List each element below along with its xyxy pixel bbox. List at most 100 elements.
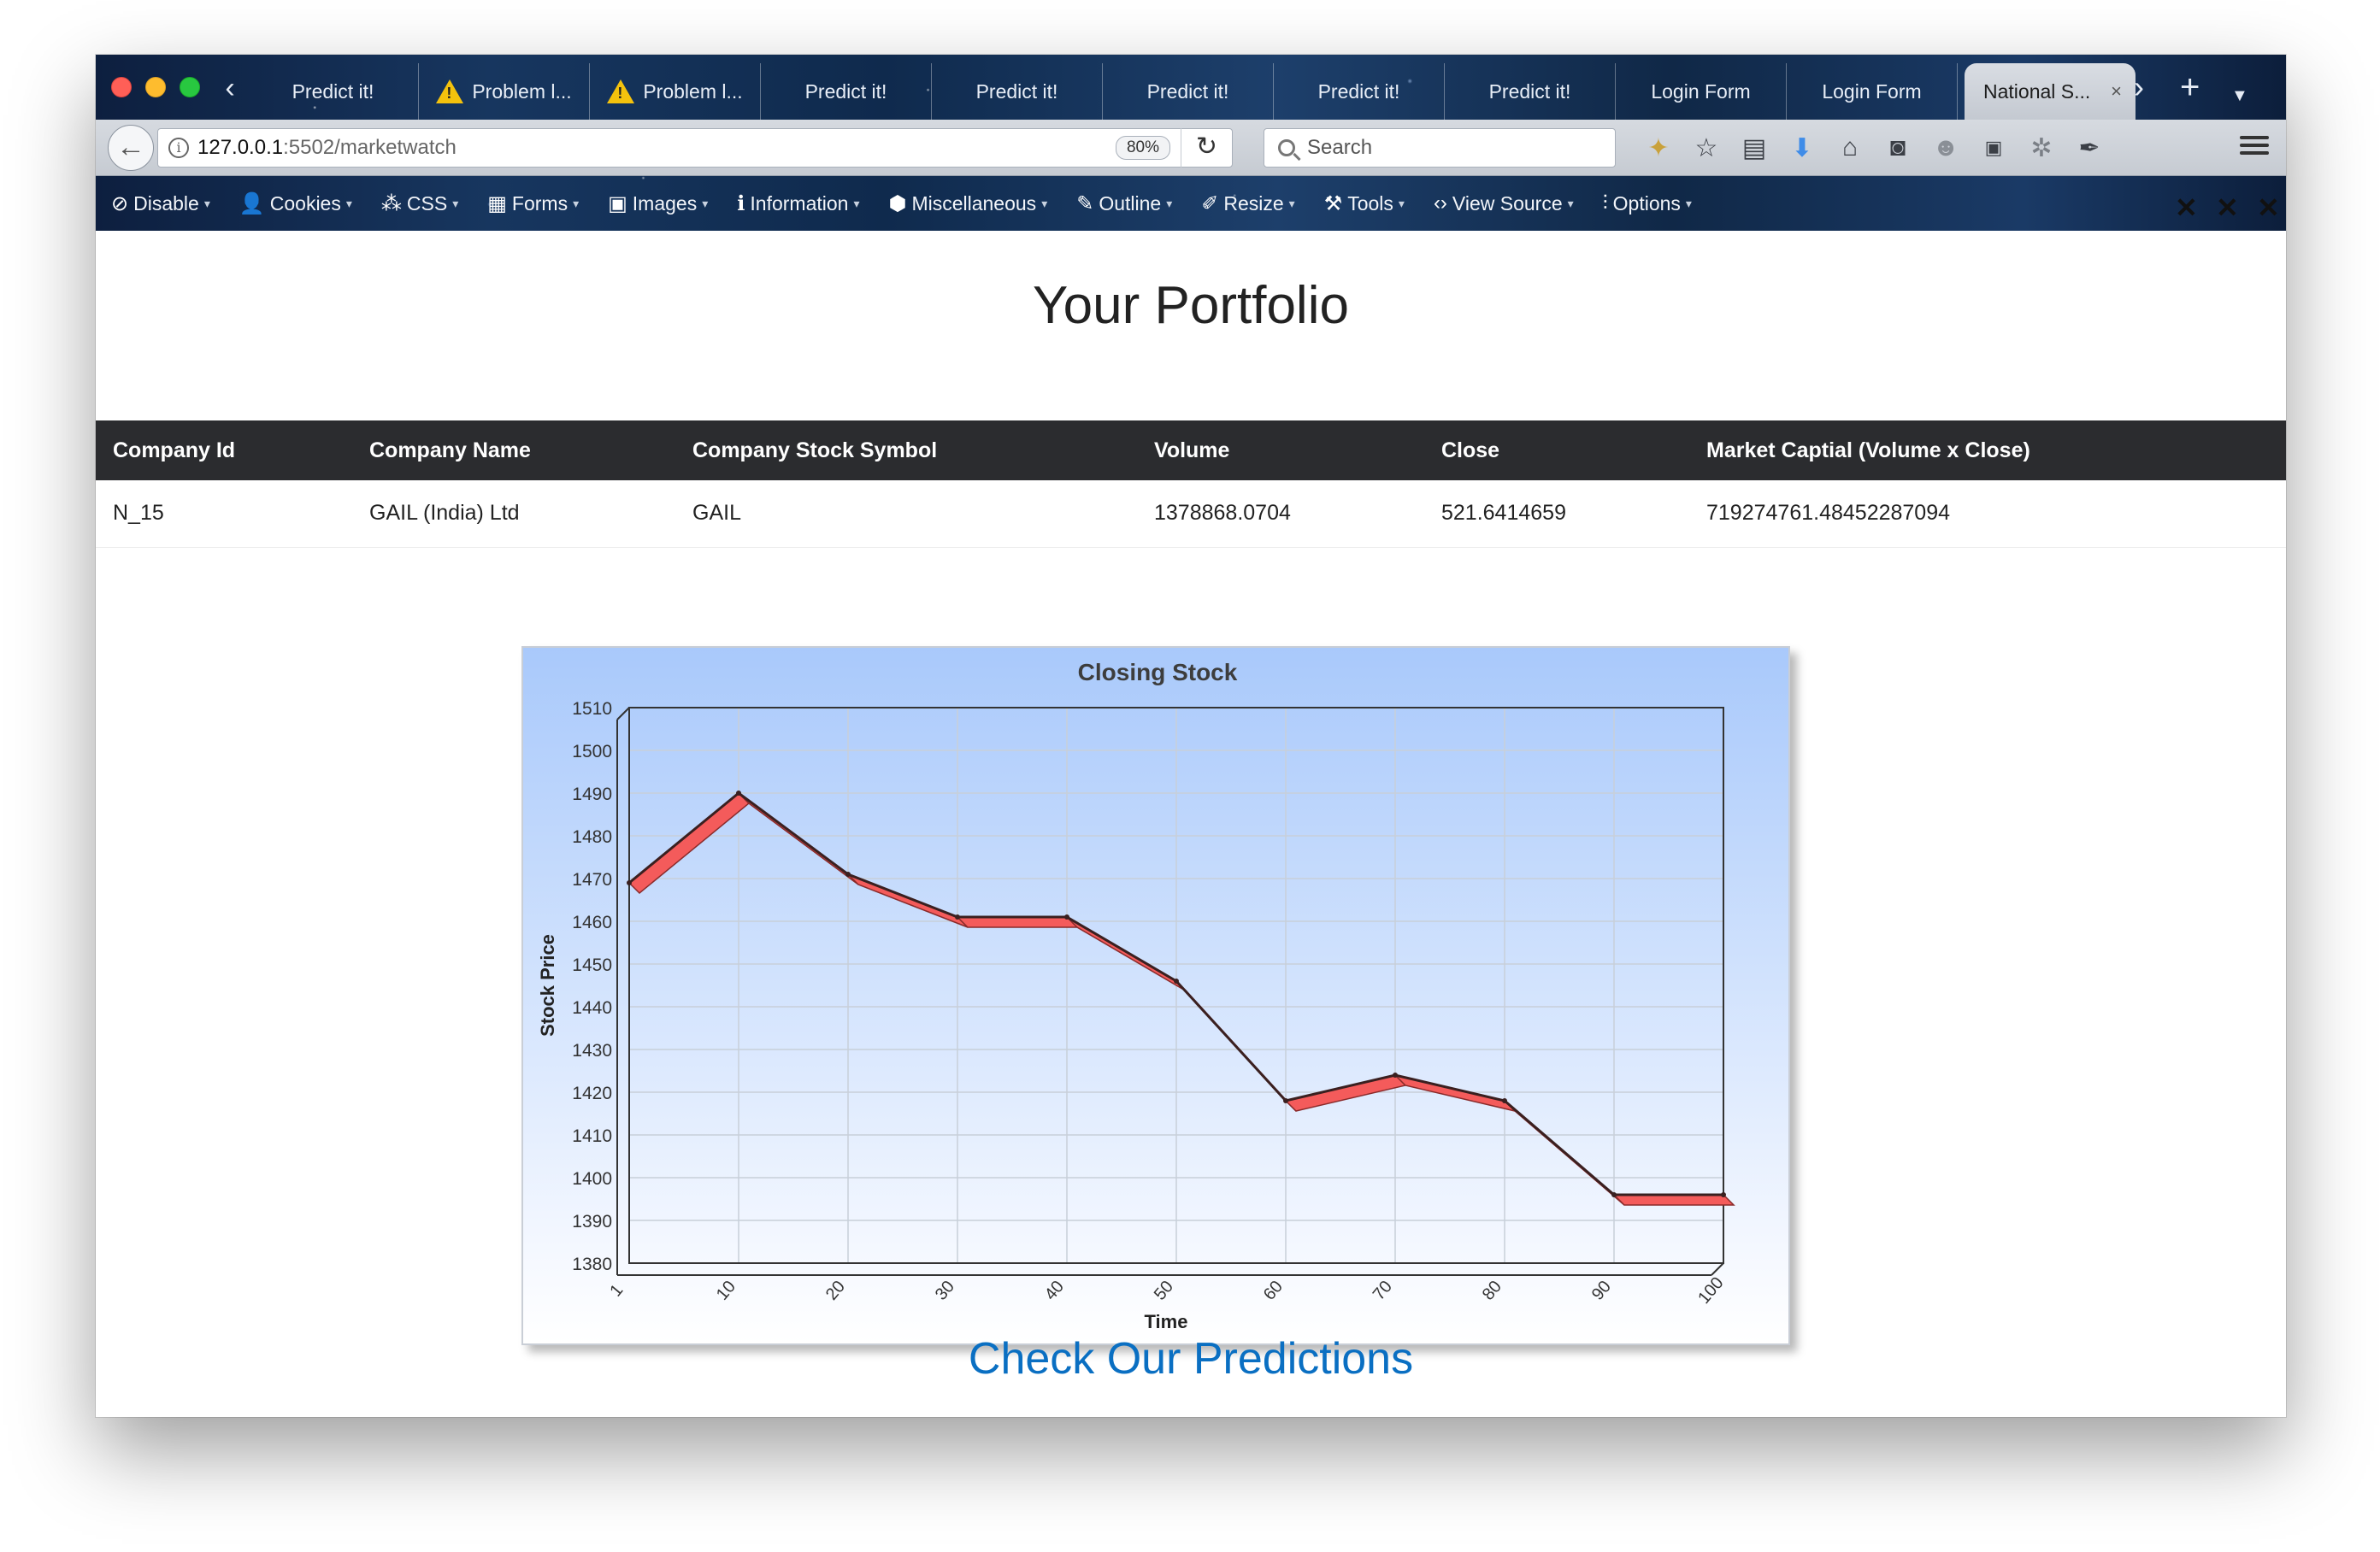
cookies-icon: 👤	[239, 191, 265, 215]
tab-scroll-right-icon[interactable]: ›	[2134, 70, 2144, 104]
devbar-item-options[interactable]: ⫶ Options ▾	[1603, 191, 1692, 215]
browser-tab[interactable]: Predict it!	[1445, 63, 1616, 120]
tab-label: Predict it!	[804, 79, 887, 103]
y-tick-label: 1480	[572, 827, 612, 847]
devbar-item-miscellaneous[interactable]: ⬢ Miscellaneous ▾	[888, 191, 1047, 216]
data-point	[955, 914, 960, 920]
view-source-icon: ‹›	[1433, 191, 1447, 215]
css-icon: ⁂	[380, 191, 402, 215]
reload-icon[interactable]: ↻	[1181, 128, 1232, 168]
browser-tab[interactable]: Login Form	[1616, 63, 1787, 120]
back-button[interactable]: ←	[108, 125, 154, 171]
series-segment	[956, 916, 1079, 928]
devbar-close-icon[interactable]: ✕	[2216, 191, 2239, 224]
addon-icon[interactable]: ☻	[1922, 126, 1970, 169]
new-tab-button[interactable]: +	[2180, 70, 2200, 104]
bookmark-star-icon[interactable]: ☆	[1682, 126, 1730, 169]
devbar-item-resize[interactable]: ✐ Resize ▾	[1201, 191, 1294, 216]
warning-icon	[607, 79, 635, 103]
y-tick-label: 1400	[572, 1169, 612, 1189]
devbar-item-tools[interactable]: ⚒ Tools ▾	[1324, 191, 1405, 216]
data-point	[1174, 979, 1179, 984]
zoom-indicator[interactable]: 80%	[1115, 136, 1170, 160]
tab-scroll-left-icon[interactable]: ‹	[217, 72, 243, 106]
browser-tab[interactable]: Predict it!	[932, 63, 1103, 120]
tab-close-icon[interactable]: ×	[2111, 80, 2122, 103]
devbar-item-images[interactable]: ▣ Images ▾	[608, 191, 708, 216]
devbar-item-outline[interactable]: ✎ Outline ▾	[1076, 191, 1172, 216]
devbar-item-cookies[interactable]: 👤 Cookies ▾	[239, 191, 352, 216]
y-tick-label: 1490	[572, 785, 612, 804]
browser-tab-active[interactable]: National S... ×	[1965, 63, 2136, 120]
x-tick-label: 10	[713, 1278, 739, 1304]
site-info-icon[interactable]: i	[168, 138, 189, 158]
window-close-button[interactable]	[111, 77, 132, 97]
dropdown-caret-icon: ▾	[1567, 196, 1574, 210]
browser-tab[interactable]: Login Form	[1787, 63, 1958, 120]
tab-label: Login Form	[1822, 79, 1922, 103]
data-point	[1502, 1098, 1507, 1103]
x-tick-label: 40	[1041, 1278, 1068, 1304]
url-text[interactable]: 127.0.0.1:5502/marketwatch	[197, 136, 1116, 160]
extension-icon[interactable]: ✦	[1635, 126, 1682, 169]
devbar-item-label: Disable	[133, 191, 199, 215]
table-body: N_15 GAIL (India) Ltd GAIL 1378868.0704 521.…	[96, 480, 2286, 548]
url-bar[interactable]: i 127.0.0.1:5502/marketwatch 80% ↻	[157, 128, 1233, 168]
x-tick-label: 70	[1370, 1278, 1396, 1304]
dropdown-caret-icon: ▾	[1398, 196, 1405, 210]
browser-chrome: ‹ Predict it!Problem l...Problem l...Pre…	[96, 55, 2286, 231]
information-icon: ℹ	[737, 191, 745, 215]
devbar-item-css[interactable]: ⁂ CSS ▾	[381, 191, 458, 216]
x-tick-label: 100	[1694, 1273, 1727, 1308]
dropdown-caret-icon: ▾	[1685, 196, 1692, 210]
firebug-icon[interactable]: ✲	[2018, 126, 2065, 169]
axis-corner-line	[1711, 1262, 1724, 1276]
devbar-item-label: Outline	[1099, 191, 1162, 215]
closing-stock-chart: 1510 1500 1490 1480 1470 1460 1450 1440 1430 1420…	[521, 646, 1790, 1345]
devbar-close-icon[interactable]: ✕	[2175, 191, 2198, 224]
tab-list-icon[interactable]: ▼	[2231, 79, 2248, 113]
devbar-item-label: Information	[750, 191, 849, 215]
check-predictions-link[interactable]: Check Our Predictions	[96, 1333, 2286, 1384]
browser-tab[interactable]: Predict it!	[761, 63, 932, 120]
downloads-icon[interactable]: ⬇	[1778, 126, 1826, 169]
devbar-item-information[interactable]: ℹ Information ▾	[737, 191, 859, 216]
table-cell: GAIL	[675, 480, 1137, 548]
y-tick-label: 1500	[572, 742, 612, 761]
y-tick-label: 1470	[572, 870, 612, 890]
tab-label: Login Form	[1651, 79, 1751, 103]
reading-list-icon[interactable]: ▤	[1730, 126, 1778, 169]
tab-label: Problem l...	[643, 79, 743, 103]
dropdown-caret-icon: ▾	[1288, 196, 1295, 210]
data-point	[1611, 1192, 1617, 1197]
home-icon[interactable]: ⌂	[1826, 126, 1874, 169]
search-input[interactable]: Search	[1264, 128, 1616, 168]
browser-tab[interactable]: Predict it!	[1103, 63, 1274, 120]
x-axis-title: Time	[1145, 1311, 1188, 1332]
window-minimize-button[interactable]	[145, 77, 166, 97]
resize-icon: ✐	[1201, 191, 1219, 215]
data-point	[1721, 1192, 1726, 1197]
browser-tab[interactable]: Predict it!	[1274, 63, 1445, 120]
table-cell: N_15	[96, 480, 352, 548]
eyedropper-icon[interactable]: ✒	[2065, 126, 2113, 169]
devbar-item-label: Images	[632, 191, 698, 215]
browser-tab[interactable]: Predict it!	[248, 63, 419, 120]
images-icon: ▣	[608, 191, 627, 215]
dropdown-caret-icon: ▾	[345, 196, 352, 210]
table-cell: 1378868.0704	[1137, 480, 1424, 548]
devbar-item-disable[interactable]: ⊘ Disable ▾	[111, 191, 210, 216]
devbar-item-forms[interactable]: ▦ Forms ▾	[487, 191, 579, 216]
pocket-icon[interactable]: ◙	[1874, 126, 1922, 169]
y-tick-label: 1380	[572, 1255, 612, 1274]
browser-tab[interactable]: Problem l...	[590, 63, 761, 120]
screenshot-icon[interactable]: ▣	[1970, 126, 2018, 169]
window-maximize-button[interactable]	[180, 77, 200, 97]
devbar-item-view-source[interactable]: ‹› View Source ▾	[1434, 191, 1574, 215]
browser-tab[interactable]: Problem l...	[419, 63, 590, 120]
navigation-bar: ← i 127.0.0.1:5502/marketwatch 80% ↻ Sea…	[96, 120, 2286, 176]
devbar-close-icon[interactable]: ✕	[2257, 191, 2280, 224]
hamburger-menu-icon[interactable]	[2240, 132, 2269, 162]
miscellaneous-icon: ⬢	[888, 191, 907, 215]
page-content: Your Portfolio Company Id Company Name Com…	[96, 231, 2286, 1417]
